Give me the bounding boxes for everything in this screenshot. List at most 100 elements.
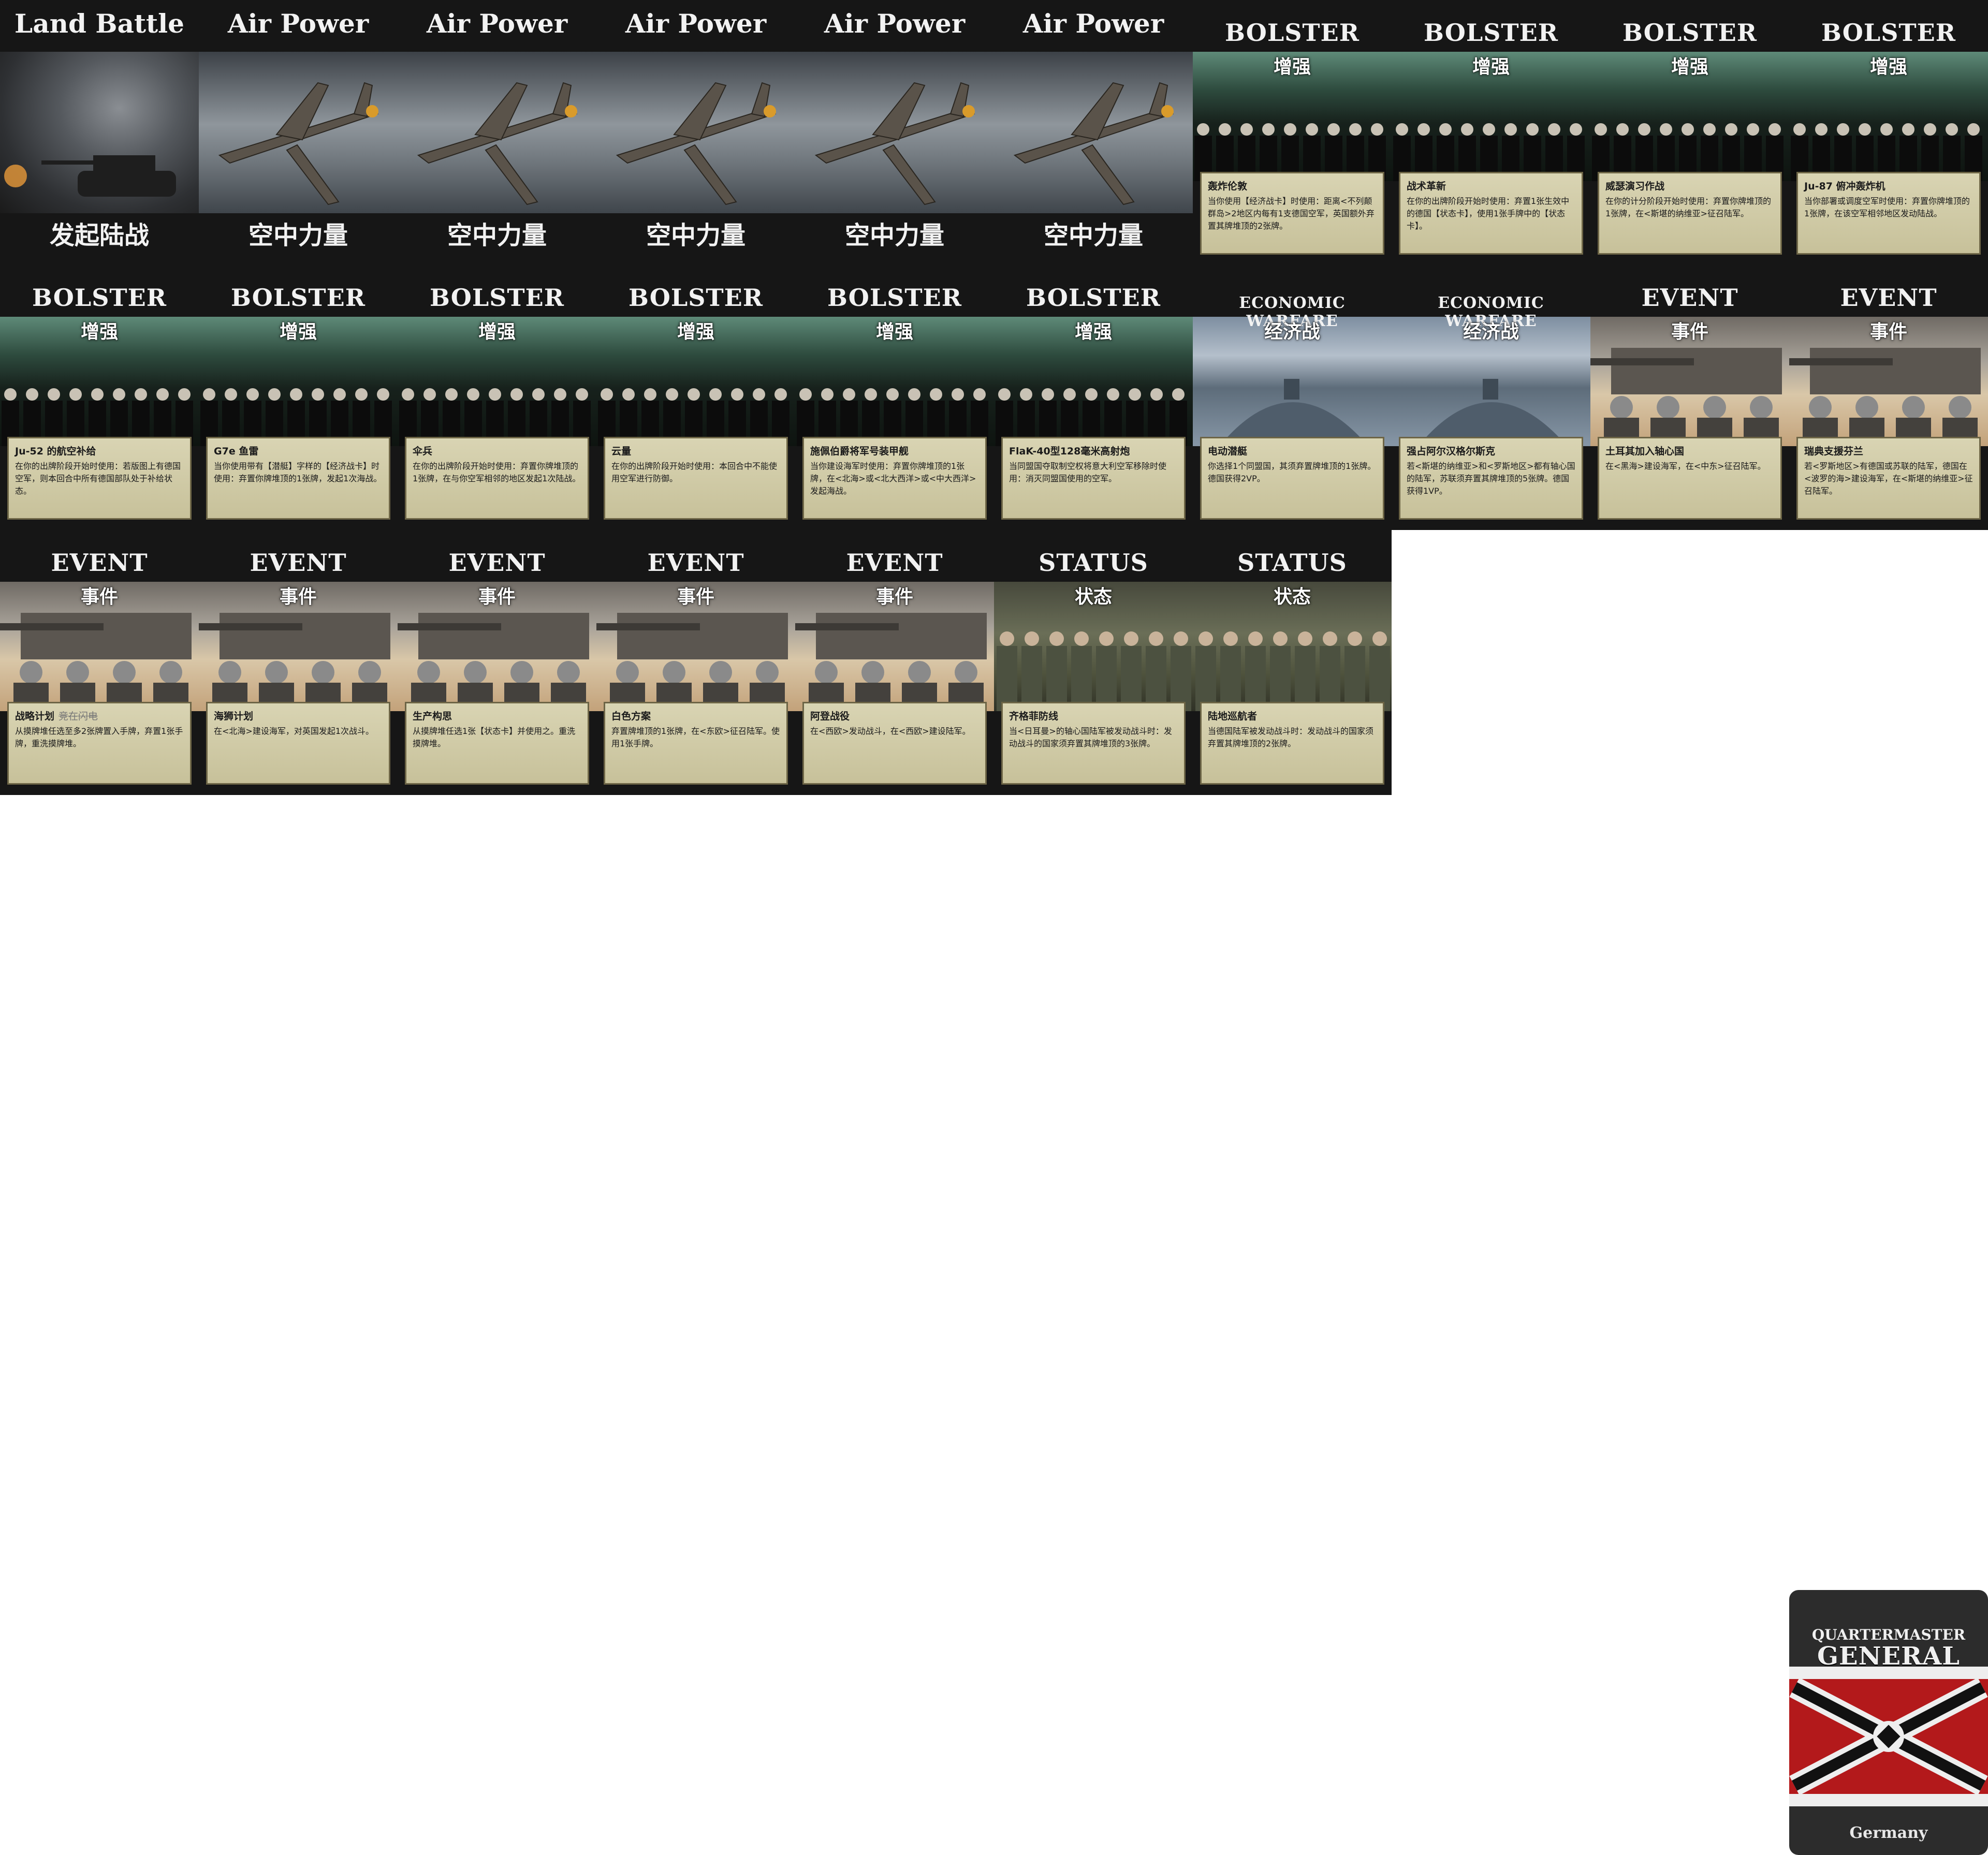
card-category-en: EVENT xyxy=(448,549,546,577)
rule-card[interactable]: BOLSTER 增强 威瑟演习作战 在你的计分阶段开始时使用：弃置你牌堆顶的1张牌，在… xyxy=(1590,0,1789,265)
card-category-zh: 经济战 xyxy=(1264,321,1320,343)
card-title-en: Air Power xyxy=(426,8,568,39)
rule-card[interactable]: EVENT 事件 白色方案 弃置牌堆顶的1张牌，在<东欧>征召陆军。使用1张手牌。 xyxy=(596,530,795,795)
fighter-plane-icon xyxy=(417,82,578,205)
power-card[interactable]: Air Power 空中力量 xyxy=(994,0,1193,265)
power-card[interactable]: Air Power 空中力量 xyxy=(398,0,596,265)
card-name: 电动潜艇 xyxy=(1208,444,1377,458)
card-effect-text: 若<罗斯地区>有德国或苏联的陆军，德国在<波罗的海>建设海军，在<斯堪的纳维亚>… xyxy=(1804,461,1973,496)
card-category-zh: 增强 xyxy=(677,321,714,343)
card-name-text: 阿登战役 xyxy=(810,711,850,722)
card-category-zh: 增强 xyxy=(1671,56,1708,78)
card-category-en: BOLSTER xyxy=(1424,19,1558,47)
power-card[interactable]: Air Power 空中力量 xyxy=(795,0,994,265)
card-category-zh: 事件 xyxy=(875,586,913,608)
rule-card[interactable]: ECONOMIC WARFARE 经济战 电动潜艇 你选择1个同盟国，其须弃置牌堆顶的… xyxy=(1193,265,1392,530)
rule-card[interactable]: EVENT 事件 生产构思 从摸牌堆任选1张【状态卡】并使用之。重洗摸牌堆。 xyxy=(398,530,596,795)
card-name: G7e 鱼雷 xyxy=(214,444,383,458)
rule-card[interactable]: BOLSTER 增强 轰炸伦敦 当你使用【经济战卡】时使用：距离<不列颠群岛>2地区内… xyxy=(1193,0,1392,265)
rule-card[interactable]: STATUS 状态 齐格菲防线 当<日耳曼>的轴心国陆军被发动战斗时：发动战斗的国家须… xyxy=(994,530,1193,795)
card-art xyxy=(199,52,398,213)
card-title-en: Air Power xyxy=(625,8,767,39)
rule-card[interactable]: BOLSTER 增强 G7e 鱼雷 当你使用带有【潜艇】字样的【经济战卡】时使用：弃置… xyxy=(199,265,398,530)
card-text-box: 陆地巡航者当德国陆军被发动战斗时：发动战斗的国家须弃置其牌堆顶的2张牌。 xyxy=(1200,702,1384,785)
card-effect-text: 当同盟国夺取制空权将意大利空军移除时使用：消灭同盟国使用的空军。 xyxy=(1009,461,1167,483)
card-name: Ju-52 的航空补给 xyxy=(15,444,184,458)
card-category-zh: 事件 xyxy=(677,586,714,608)
rule-card[interactable]: STATUS 状态 陆地巡航者 当德国陆军被发动战斗时：发动战斗的国家须弃置其牌堆顶的… xyxy=(1193,530,1392,795)
rule-card[interactable]: BOLSTER 增强 战术革新 在你的出牌阶段开始时使用：弃置1张生效中的德国【状态卡… xyxy=(1392,0,1590,265)
card-effect-text: 在<北海>建设海军，对英国发起1次战斗。 xyxy=(214,726,374,736)
card-effect-text: 在你的出牌阶段开始时使用：本回合中不能使用空军进行防御。 xyxy=(611,461,778,483)
card-category-zh: 增强 xyxy=(478,321,516,343)
power-card[interactable]: Land Battle 发起陆战 xyxy=(0,0,199,265)
card-back[interactable]: QUARTERMASTER GENERAL Germany xyxy=(1789,1590,1988,1855)
rule-card[interactable]: BOLSTER 增强 FlaK-40型128毫米高射炮当同盟国夺取制空权将意大利空军… xyxy=(994,265,1193,530)
card-text-box: 海狮计划 在<北海>建设海军，对英国发起1次战斗。 xyxy=(206,702,390,785)
card-category-en: EVENT xyxy=(1641,284,1738,312)
card-effect-text: 从摸牌堆任选至多2张牌置入手牌，弃置1张手牌，重洗摸牌堆。 xyxy=(15,726,183,748)
card-category-en: BOLSTER xyxy=(1026,284,1161,312)
card-name: 土耳其加入轴心国 xyxy=(1605,444,1774,458)
card-category-zh: 增强 xyxy=(875,321,913,343)
card-effect-text: 在你的出牌阶段开始时使用：弃置1张生效中的德国【状态卡】，使用1张手牌中的【状态… xyxy=(1407,196,1570,231)
rule-card[interactable]: EVENT 事件 土耳其加入轴心国 在<黑海>建设海军，在<中东>征召陆军。 xyxy=(1590,265,1789,530)
card-effect-text: 在你的计分阶段开始时使用：弃置你牌堆顶的1张牌，在<斯堪的纳维亚>征召陆军。 xyxy=(1605,196,1772,218)
card-title-en: Air Power xyxy=(227,8,369,39)
card-title-en: Air Power xyxy=(1022,8,1164,39)
rule-card[interactable]: EVENT 事件 战略计划 竞在闪电 从摸牌堆任选至多2张牌置入手牌，弃置1张手牌，重洗… xyxy=(0,530,199,795)
card-name: 战略计划 竞在闪电 xyxy=(15,709,184,723)
card-category-en: BOLSTER xyxy=(430,284,564,312)
card-name: Ju-87 俯冲轰炸机 xyxy=(1804,179,1973,193)
card-category-en: STATUS xyxy=(1237,549,1347,577)
rule-card[interactable]: BOLSTER 增强 Ju-87 俯冲轰炸机 当你部署或调度空军时使用：弃置你牌堆顶的… xyxy=(1789,0,1988,265)
rule-card[interactable]: EVENT 事件 瑞典支援芬兰 若<罗斯地区>有德国或苏联的陆军，德国在<波罗的海>建… xyxy=(1789,265,1988,530)
card-text-box: FlaK-40型128毫米高射炮当同盟国夺取制空权将意大利空军移除时使用：消灭同… xyxy=(1001,437,1186,520)
power-card[interactable]: Air Power 空中力量 xyxy=(199,0,398,265)
card-name: 伞兵 xyxy=(413,444,581,458)
card-category-zh: 事件 xyxy=(80,586,118,608)
card-name-text: 土耳其加入轴心国 xyxy=(1605,446,1685,457)
rule-card[interactable]: EVENT 事件阿登战役在<西欧>发动战斗，在<西欧>建设陆军。 xyxy=(795,530,994,795)
logo-top-text: QUARTERMASTER xyxy=(1811,1626,1966,1643)
card-name-text: 强占阿尔汉格尔斯克 xyxy=(1407,446,1496,457)
card-effect-text: 当你使用带有【潜艇】字样的【经济战卡】时使用：弃置你牌堆顶的1张牌，发起1次海战… xyxy=(214,461,382,483)
rule-card[interactable]: BOLSTER 增强 Ju-52 的航空补给 在你的出牌阶段开始时使用：若版图上有德国… xyxy=(0,265,199,530)
card-text-box: 云量在你的出牌阶段开始时使用：本回合中不能使用空军进行防御。 xyxy=(604,437,788,520)
card-effect-text: 在<西欧>发动战斗，在<西欧>建设陆军。 xyxy=(810,726,971,736)
card-name-text: 云量 xyxy=(611,446,632,457)
rule-card[interactable]: EVENT 事件 海狮计划 在<北海>建设海军，对英国发起1次战斗。 xyxy=(199,530,398,795)
card-category-en: EVENT xyxy=(846,549,943,577)
power-card[interactable]: Air Power 空中力量 xyxy=(596,0,795,265)
card-category-en: BOLSTER xyxy=(628,284,763,312)
card-text-box: 白色方案 弃置牌堆顶的1张牌，在<东欧>征召陆军。使用1张手牌。 xyxy=(604,702,788,785)
card-name-text: 威瑟演习作战 xyxy=(1605,181,1665,192)
card-name-text: 齐格菲防线 xyxy=(1009,711,1059,722)
card-category-en: STATUS xyxy=(1039,549,1148,577)
card-name: 生产构思 xyxy=(413,709,581,723)
card-title-en: Land Battle xyxy=(14,8,184,39)
fighter-plane-icon xyxy=(1013,82,1174,205)
card-text-box: 威瑟演习作战在你的计分阶段开始时使用：弃置你牌堆顶的1张牌，在<斯堪的纳维亚>征… xyxy=(1598,172,1782,255)
card-category-zh: 事件 xyxy=(279,586,317,608)
card-category-zh: 增强 xyxy=(80,321,118,343)
card-title-zh: 空中力量 xyxy=(1043,221,1143,250)
card-name: 威瑟演习作战 xyxy=(1605,179,1774,193)
card-effect-text: 当德国陆军被发动战斗时：发动战斗的国家须弃置其牌堆顶的2张牌。 xyxy=(1208,726,1374,748)
card-art xyxy=(0,52,199,213)
rule-card[interactable]: BOLSTER 增强伞兵在你的出牌阶段开始时使用：弃置你牌堆顶的1张牌，在与你空军… xyxy=(398,265,596,530)
fighter-plane-icon xyxy=(814,82,975,205)
card-category-zh: 增强 xyxy=(1074,321,1112,343)
card-text-box: 电动潜艇 你选择1个同盟国，其须弃置牌堆顶的1张牌。德国获得2VP。 xyxy=(1200,437,1384,520)
card-effect-text: 当你部署或调度空军时使用：弃置你牌堆顶的1张牌，在该空军相邻地区发动陆战。 xyxy=(1804,196,1970,218)
rule-card[interactable]: ECONOMIC WARFARE 经济战 强占阿尔汉格尔斯克 若<斯堪的纳维亚>和<罗… xyxy=(1392,265,1590,530)
card-name: 施佩伯爵将军号装甲舰 xyxy=(810,444,979,458)
rule-card[interactable]: BOLSTER 增强云量在你的出牌阶段开始时使用：本回合中不能使用空军进行防御。 xyxy=(596,265,795,530)
card-effect-text: 若<斯堪的纳维亚>和<罗斯地区>都有轴心国的陆军，苏联须弃置其牌堆顶的5张牌。德… xyxy=(1407,461,1575,496)
card-name-text: 陆地巡航者 xyxy=(1208,711,1258,722)
card-effect-text: 在你的出牌阶段开始时使用：弃置你牌堆顶的1张牌，在与你空军相邻的地区发起1次陆战… xyxy=(413,461,581,483)
card-text-box: 施佩伯爵将军号装甲舰 当你建设海军时使用：弃置你牌堆顶的1张牌，在<北海>或<北大… xyxy=(802,437,987,520)
card-name-text: FlaK-40型128毫米高射炮 xyxy=(1009,446,1130,457)
card-title-zh: 空中力量 xyxy=(248,221,348,250)
rule-card[interactable]: BOLSTER 增强 施佩伯爵将军号装甲舰 当你建设海军时使用：弃置你牌堆顶的1张牌，… xyxy=(795,265,994,530)
